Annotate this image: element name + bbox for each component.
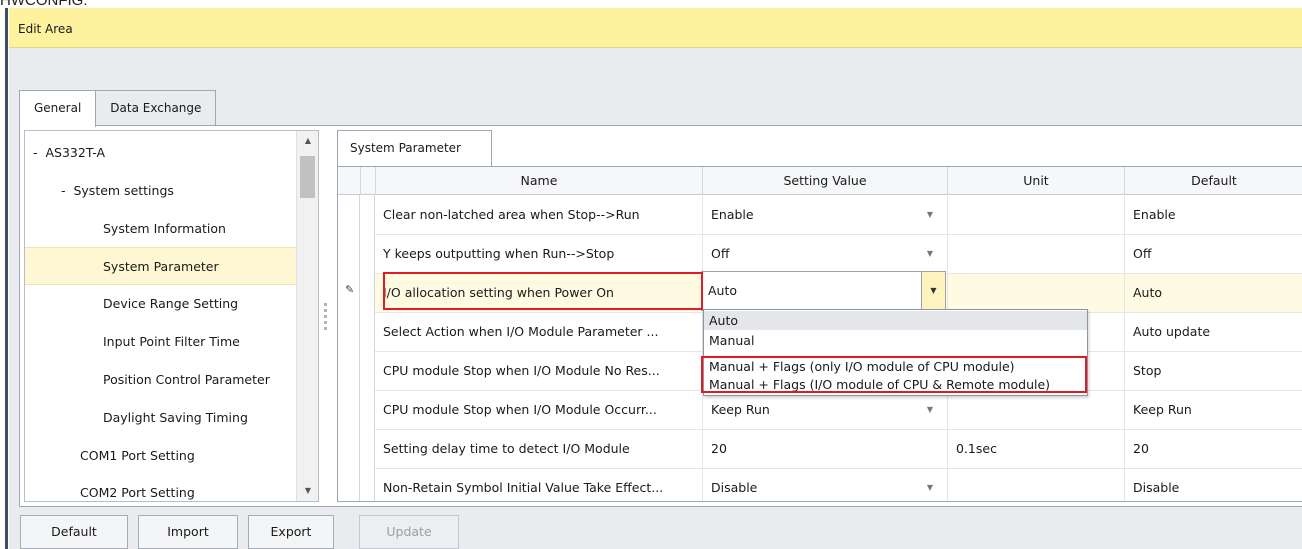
dropdown-option-manual-flags-cpu-remote[interactable]: Manual + Flags (I/O module of CPU & Remo… [704, 375, 1087, 394]
tree-item-com2-port-setting[interactable]: COM2 Port Setting [25, 474, 297, 501]
row-name: CPU module Stop when I/O Module Occurr..… [383, 402, 657, 417]
row-unit [947, 391, 1124, 429]
header-unit[interactable]: Unit [947, 167, 1124, 195]
combobox-value: Auto [708, 283, 738, 298]
dropdown-arrow-icon[interactable]: ▼ [927, 235, 933, 273]
row-default: Auto update [1124, 313, 1302, 351]
row-indicator-column [338, 195, 360, 501]
dropdown-arrow-icon[interactable]: ▼ [927, 469, 933, 501]
dropdown-arrow-icon[interactable]: ▼ [927, 391, 933, 429]
io-allocation-dropdown-list: Auto Manual Manual + Flags (only I/O mod… [703, 309, 1088, 396]
row-unit [947, 469, 1124, 501]
grid-row[interactable]: Setting delay time to detect I/O Module … [375, 430, 1302, 469]
header-default[interactable]: Default [1124, 167, 1302, 195]
tree-item-label: System settings [73, 183, 174, 198]
scroll-up-icon[interactable]: ▲ [297, 131, 318, 151]
row-default: Disable [1124, 469, 1302, 501]
row-name: Y keeps outputting when Run-->Stop [383, 246, 615, 261]
settings-tree: - AS332T-A - System settings System Info… [24, 130, 319, 502]
window-caption: HWCONFIG: [0, 0, 88, 8]
grid-row[interactable]: Clear non-latched area when Stop-->Run E… [375, 196, 1302, 235]
collapse-icon[interactable]: - [61, 183, 66, 198]
edit-area-title: Edit Area [18, 22, 73, 36]
panel-splitter-grip[interactable] [322, 300, 330, 340]
row-setting-value[interactable]: 20 [702, 430, 947, 468]
io-allocation-combobox[interactable]: Auto ▼ [701, 271, 946, 311]
row-blank-column [360, 195, 375, 501]
row-unit [947, 196, 1124, 234]
row-default: Off [1124, 235, 1302, 273]
tree-scrollbar[interactable]: ▲ ▼ [296, 131, 318, 501]
row-unit [947, 274, 1124, 312]
row-default: Enable [1124, 196, 1302, 234]
combobox-dropdown-button[interactable]: ▼ [921, 272, 945, 310]
row-unit: 0.1sec [947, 430, 1124, 468]
pencil-edit-icon: ✎ [345, 283, 355, 296]
export-button[interactable]: Export [248, 515, 334, 549]
tree-item-input-point-filter-time[interactable]: Input Point Filter Time [25, 323, 297, 361]
dropdown-option-manual-flags-cpu[interactable]: Manual + Flags (only I/O module of CPU m… [704, 357, 1087, 376]
header-indicator-cell [338, 167, 360, 195]
default-button[interactable]: Default [20, 515, 128, 549]
row-name: Setting delay time to detect I/O Module [383, 441, 630, 456]
edit-area-header: Edit Area [9, 8, 1302, 48]
dropdown-option-manual[interactable]: Manual [704, 331, 1087, 350]
row-setting-value[interactable]: Enable ▼ [702, 196, 947, 234]
update-button[interactable]: Update [359, 515, 459, 549]
grid-row[interactable]: Y keeps outputting when Run-->Stop Off ▼ … [375, 235, 1302, 274]
main-tab-strip: General Data Exchange [19, 90, 217, 127]
tab-general[interactable]: General [19, 90, 97, 127]
row-default: Auto [1124, 274, 1302, 312]
scroll-down-icon[interactable]: ▼ [297, 481, 318, 501]
tree-item-daylight-saving-timing[interactable]: Daylight Saving Timing [25, 399, 297, 437]
row-default: Keep Run [1124, 391, 1302, 429]
header-setting-value[interactable]: Setting Value [702, 167, 947, 195]
header-name[interactable]: Name [375, 167, 702, 195]
tree-item-label: AS332T-A [45, 145, 106, 160]
tree-item-com1-port-setting[interactable]: COM1 Port Setting [25, 437, 297, 475]
row-name: CPU module Stop when I/O Module No Res..… [383, 363, 660, 378]
row-default: Stop [1124, 352, 1302, 390]
dropdown-arrow-icon[interactable]: ▼ [927, 196, 933, 234]
grid-row[interactable]: CPU module Stop when I/O Module Occurr..… [375, 391, 1302, 430]
dropdown-option-auto[interactable]: Auto [704, 311, 1087, 330]
tab-system-parameter[interactable]: System Parameter [337, 130, 492, 166]
row-default: 20 [1124, 430, 1302, 468]
import-button[interactable]: Import [138, 515, 238, 549]
row-setting-value[interactable]: Off ▼ [702, 235, 947, 273]
tree-item-system-parameter[interactable]: System Parameter [25, 247, 297, 285]
row-name: Select Action when I/O Module Parameter … [383, 324, 659, 339]
tree-item-device-range-setting[interactable]: Device Range Setting [25, 285, 297, 323]
grid-header: Name Setting Value Unit Default [338, 167, 1302, 195]
row-name: Clear non-latched area when Stop-->Run [383, 207, 640, 222]
left-edge-bar [0, 8, 9, 549]
tab-data-exchange[interactable]: Data Exchange [95, 90, 217, 126]
row-setting-value[interactable]: Disable ▼ [702, 469, 947, 501]
tree-item-as332t-a[interactable]: - AS332T-A [25, 134, 297, 172]
header-blank-cell [360, 167, 375, 195]
grid-row[interactable]: Non-Retain Symbol Initial Value Take Eff… [375, 469, 1302, 501]
row-setting-value[interactable]: Keep Run ▼ [702, 391, 947, 429]
tree-item-system-information[interactable]: System Information [25, 210, 297, 248]
row-name: I/O allocation setting when Power On [383, 285, 614, 300]
row-name: Non-Retain Symbol Initial Value Take Eff… [383, 480, 664, 495]
row-unit [947, 235, 1124, 273]
tree-item-system-settings[interactable]: - System settings [25, 172, 297, 210]
scroll-thumb[interactable] [300, 156, 315, 198]
collapse-icon[interactable]: - [33, 145, 38, 160]
tree-item-position-control-parameter[interactable]: Position Control Parameter [25, 361, 297, 399]
